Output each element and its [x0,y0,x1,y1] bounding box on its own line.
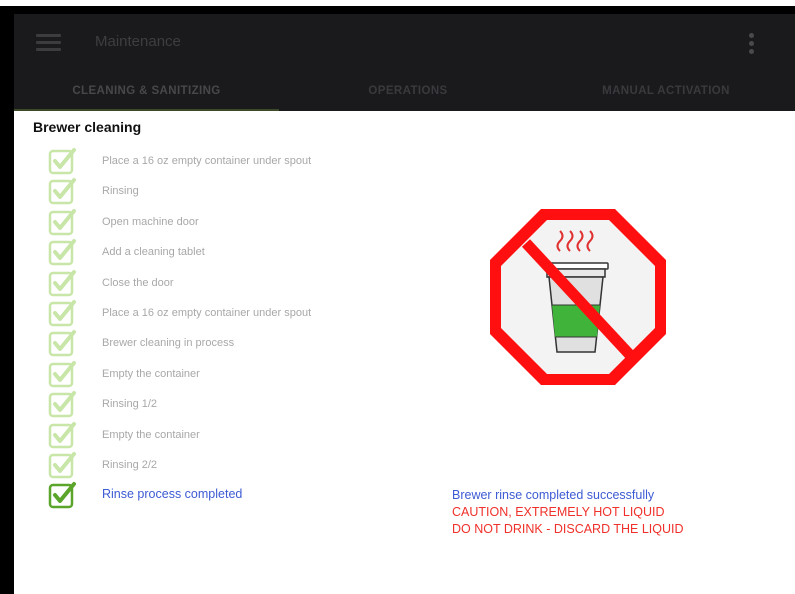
checkbox-checked-icon [48,239,76,266]
caution-message: CAUTION, EXTREMELY HOT LIQUID [452,505,665,519]
checkbox-checked-icon [48,300,76,327]
step-label: Rinsing [102,185,139,198]
tab-label: MANUAL ACTIVATION [602,85,730,97]
checkbox-checked-icon [48,482,76,509]
tab-bar: CLEANING & SANITIZING OPERATIONS MANUAL … [14,71,795,111]
step-label: Rinsing 2/2 [102,459,158,471]
step-label: Brewer cleaning in process [102,337,235,350]
hamburger-menu-icon[interactable] [36,34,61,52]
section-title: Brewer cleaning [33,119,142,135]
step-label: Place a 16 oz empty container under spou… [102,307,312,319]
discard-message: DO NOT DRINK - DISCARD THE LIQUID [452,522,684,536]
step-label: Empty the container [102,428,200,441]
checkbox-checked-icon [48,208,76,236]
step-label: Rinse process completed [102,487,243,502]
step-label: Close the door [102,276,174,289]
tab-label: CLEANING & SANITIZING [72,85,221,97]
step-label: Add a cleaning tablet [102,246,205,259]
content-area: Brewer cleaning Place a 16 oz empty cont… [14,111,795,594]
tab-manual-activation[interactable]: MANUAL ACTIVATION [537,71,795,111]
screen: Maintenance CLEANING & SANITIZING OPERAT… [14,14,795,594]
step-label: Empty the container [102,367,200,380]
step-label: Rinsing 1/2 [102,398,158,411]
checkbox-checked-icon [48,148,76,175]
checkbox-checked-icon [48,269,76,296]
checkbox-checked-icon [48,360,76,388]
checkbox-checked-icon [48,452,76,479]
status-messages: Brewer rinse completed successfully CAUT… [452,487,684,538]
device-frame: Maintenance CLEANING & SANITIZING OPERAT… [0,6,795,594]
tab-operations[interactable]: OPERATIONS [279,71,537,111]
checkbox-checked-icon [48,330,76,357]
checkbox-checked-icon [48,178,76,205]
step-label: Open machine door [102,215,199,228]
page-title: Maintenance [95,33,181,50]
success-message: Brewer rinse completed successfully [452,488,655,502]
app-bar: Maintenance [14,14,795,71]
checkbox-checked-icon [48,421,76,448]
more-vertical-icon[interactable] [749,33,755,57]
step-label: Place a 16 oz empty container under spou… [102,155,312,167]
tab-cleaning-sanitizing[interactable]: CLEANING & SANITIZING [14,71,279,111]
checkbox-checked-icon [48,391,76,418]
do-not-drink-hot-liquid-icon [490,209,666,385]
tab-label: OPERATIONS [368,85,448,97]
